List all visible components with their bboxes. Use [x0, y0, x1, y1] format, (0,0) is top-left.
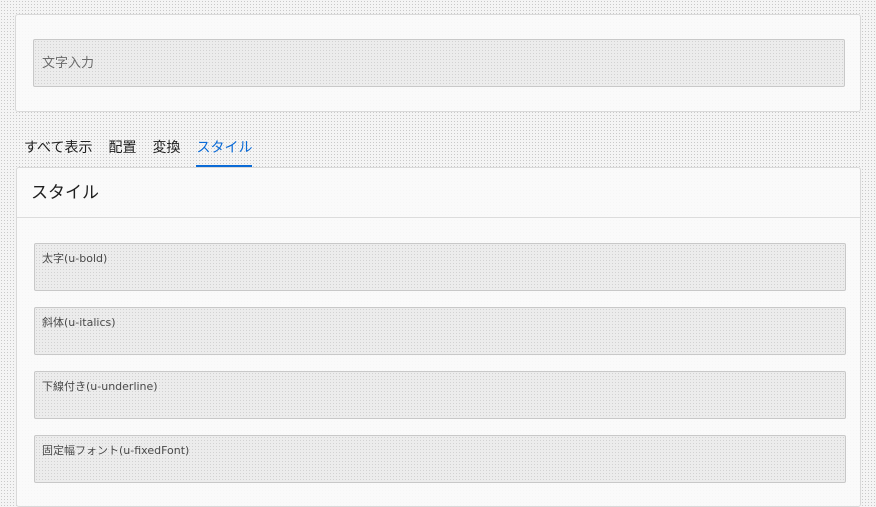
tab-bar: すべて表示 配置 変換 スタイル — [24, 137, 268, 169]
bold-field-label: 太字(u-bold) — [42, 252, 108, 265]
text-input-field[interactable] — [33, 39, 845, 87]
italics-field-label: 斜体(u-italics) — [42, 316, 116, 329]
style-panel: スタイル 太字(u-bold) 斜体(u-italics) 下線付き(u-und… — [16, 167, 861, 507]
fixed-font-field-label: 固定幅フォント(u-fixedFont) — [42, 444, 190, 457]
tab-style[interactable]: スタイル — [196, 137, 253, 167]
fixed-font-style-field[interactable]: 固定幅フォント(u-fixedFont) — [34, 435, 846, 483]
tab-layout[interactable]: 配置 — [108, 137, 136, 167]
italics-style-field[interactable]: 斜体(u-italics) — [34, 307, 846, 355]
bold-style-field[interactable]: 太字(u-bold) — [34, 243, 846, 291]
tab-transform[interactable]: 変換 — [152, 137, 180, 167]
underline-style-field[interactable]: 下線付き(u-underline) — [34, 371, 846, 419]
panel-title: スタイル — [17, 168, 860, 218]
tab-show-all[interactable]: すべて表示 — [24, 137, 92, 167]
text-input-card — [15, 14, 861, 112]
underline-field-label: 下線付き(u-underline) — [42, 380, 158, 393]
